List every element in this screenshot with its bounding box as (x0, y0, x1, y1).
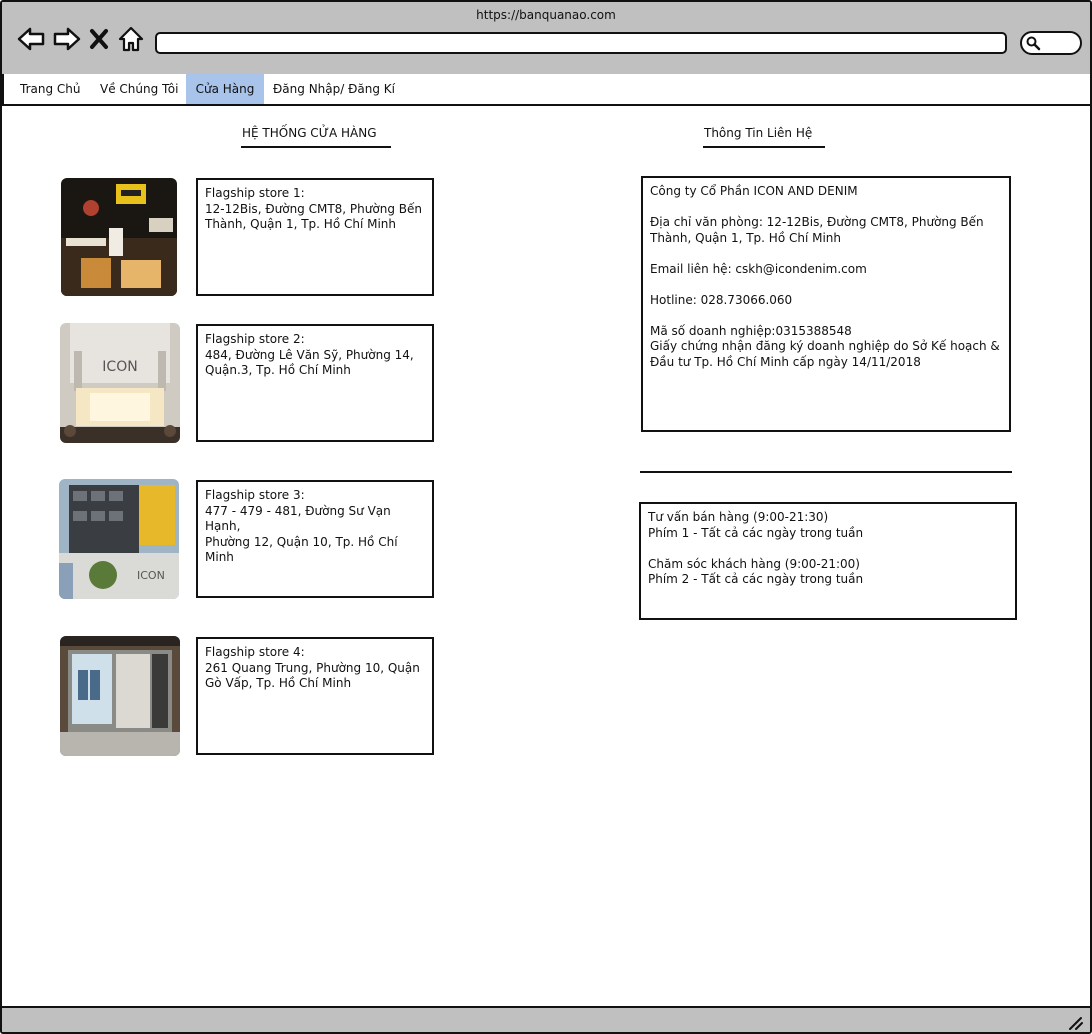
menu-item-login[interactable]: Đăng Nhập/ Đăng Kí (273, 74, 395, 104)
store-3-info: Flagship store 3: 477 - 479 - 481, Đường… (196, 480, 434, 598)
store-3-name: Flagship store 3: (205, 488, 305, 502)
url-title: https://banquanao.com (476, 8, 616, 22)
store-2-name: Flagship store 2: (205, 332, 305, 346)
store-4-address-line2: Gò Vấp, Tp. Hồ Chí Minh (205, 676, 352, 690)
store-1-address-line2: Thành, Quận 1, Tp. Hồ Chí Minh (205, 217, 397, 231)
license-line2: Đầu tư Tp. Hồ Chí Minh cấp ngày 14/11/20… (650, 354, 921, 369)
store-1-photo (61, 178, 177, 296)
close-icon[interactable] (88, 24, 110, 54)
sales-key: Phím 1 - Tất cả các ngày trong tuần (648, 525, 864, 540)
store-3-address-line1: 477 - 479 - 481, Đường Sư Vạn Hạnh, (205, 503, 391, 534)
menu-item-about[interactable]: Về Chúng Tôi (100, 74, 178, 104)
menu-item-stores[interactable]: Cửa Hàng (186, 74, 264, 104)
license-line1: Giấy chứng nhận đăng ký doanh nghiệp do … (650, 339, 1000, 353)
browser-window: https://banquanao.com Trang Chủ Về Chúng… (0, 0, 1092, 1034)
store-1-name: Flagship store 1: (205, 186, 305, 200)
store-1-address-line1: 12-12Bis, Đường CMT8, Phường Bến (205, 201, 422, 216)
resize-grip-icon[interactable] (1068, 1016, 1084, 1030)
store-1-info: Flagship store 1: 12-12Bis, Đường CMT8, … (196, 178, 434, 296)
menu-item-home[interactable]: Trang Chủ (20, 74, 80, 104)
care-key: Phím 2 - Tất cả các ngày trong tuần (648, 572, 864, 586)
forward-arrow-icon[interactable] (52, 24, 82, 54)
stores-heading: HỆ THỐNG CỬA HÀNG (242, 126, 377, 140)
search-icon (1026, 36, 1041, 51)
office-address-line1: Địa chỉ văn phòng: 12-12Bis, Đường CMT8,… (650, 215, 984, 229)
store-4-name: Flagship store 4: (205, 645, 305, 659)
store-2-info: Flagship store 2: 484, Đường Lê Văn Sỹ, … (196, 324, 434, 442)
sales-hours: Tư vấn bán hàng (9:00-21:30) (648, 510, 829, 524)
browser-chrome: https://banquanao.com (2, 2, 1090, 76)
stores-heading-underline (241, 146, 391, 148)
store-4-photo (60, 636, 180, 756)
svg-text:ICON: ICON (137, 569, 165, 582)
store-2-address-line1: 484, Đường Lê Văn Sỹ, Phường 14, (205, 347, 414, 362)
store-2-address-line2: Quận.3, Tp. Hồ Chí Minh (205, 363, 351, 377)
browser-search-box[interactable] (1020, 31, 1082, 55)
company-info-box: Công ty Cổ Phần ICON AND DENIM Địa chỉ v… (641, 176, 1011, 432)
office-address-line2: Thành, Quận 1, Tp. Hồ Chí Minh (650, 230, 842, 245)
home-icon[interactable] (116, 24, 146, 54)
tax-code: Mã số doanh nghiệp:0315388548 (650, 323, 852, 338)
company-name: Công ty Cổ Phần ICON AND DENIM (650, 184, 858, 198)
svg-text:ICON: ICON (102, 359, 137, 375)
care-hours: Chăm sóc khách hàng (9:00-21:00) (648, 556, 860, 571)
store-4-info: Flagship store 4: 261 Quang Trung, Phườn… (196, 637, 434, 755)
nav-controls (16, 24, 146, 54)
store-2-photo: ICON (60, 323, 180, 443)
store-3-address-line2: Phường 12, Quận 10, Tp. Hồ Chí Minh (205, 534, 398, 565)
status-bar (2, 1006, 1090, 1032)
store-4-address-line1: 261 Quang Trung, Phường 10, Quận (205, 660, 420, 675)
address-bar[interactable] (155, 32, 1007, 54)
contact-heading: Thông Tin Liên Hệ (704, 126, 813, 140)
main-menu: Trang Chủ Về Chúng Tôi Cửa Hàng Đăng Nhậ… (2, 74, 1090, 106)
back-arrow-icon[interactable] (16, 24, 46, 54)
contact-hotline: Hotline: 028.73066.060 (650, 292, 793, 307)
section-divider (640, 471, 1012, 473)
contact-heading-underline (703, 146, 825, 148)
store-3-photo: ICON (59, 479, 179, 599)
support-hours-box: Tư vấn bán hàng (9:00-21:30) Phím 1 - Tấ… (639, 502, 1017, 620)
contact-email: Email liên hệ: cskh@icondenim.com (650, 261, 867, 276)
